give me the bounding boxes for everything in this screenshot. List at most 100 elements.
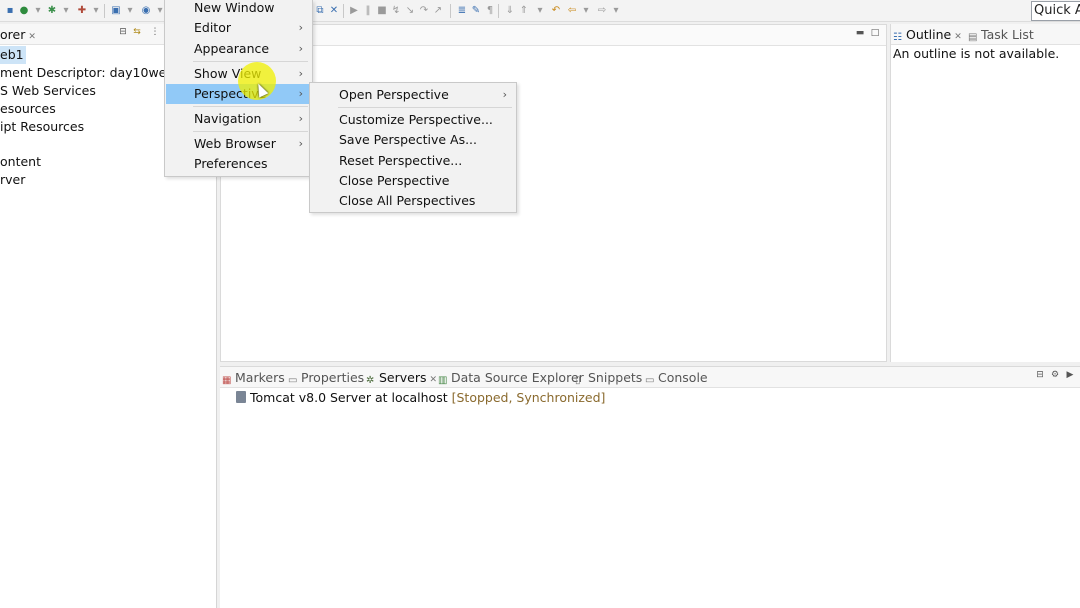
- tab-label: Markers: [235, 370, 285, 385]
- tree-item[interactable]: S Web Services: [0, 82, 96, 100]
- close-icon[interactable]: ✕: [28, 32, 36, 42]
- step-return-icon[interactable]: ↗: [432, 5, 444, 17]
- server-row[interactable]: Tomcat v8.0 Server at localhost [Stopped,…: [236, 389, 605, 407]
- show-whitespace-icon[interactable]: ¶: [484, 5, 496, 17]
- menu-item-save-perspective-as[interactable]: Save Perspective As...: [311, 130, 515, 150]
- menu-item-label: Web Browser: [194, 136, 276, 151]
- menu-item-label: Appearance: [194, 41, 270, 56]
- quick-access-input[interactable]: Quick Ac: [1031, 1, 1080, 21]
- menu-item-close-all-perspectives[interactable]: Close All Perspectives: [311, 191, 515, 211]
- step-over-icon[interactable]: ↷: [418, 5, 430, 17]
- tab-snippets[interactable]: ▯ Snippets: [575, 369, 642, 387]
- external-tools-icon[interactable]: ✚: [76, 5, 88, 17]
- terminate-icon[interactable]: ■: [376, 5, 388, 17]
- new-icon[interactable]: ▪: [4, 5, 16, 17]
- menu-separator: [193, 131, 308, 132]
- start-server-icon[interactable]: ▶: [1065, 370, 1075, 380]
- tab-outline[interactable]: ☷ Outline ✕: [893, 26, 962, 44]
- chevron-right-icon: ›: [298, 112, 303, 125]
- web-service-icon[interactable]: ◉: [140, 5, 152, 17]
- maximize-icon[interactable]: □: [870, 28, 880, 38]
- menu-item-reset-perspective[interactable]: Reset Perspective...: [311, 151, 515, 171]
- server-status: [Stopped, Synchronized]: [451, 390, 606, 405]
- task-list-icon: ▤: [968, 32, 978, 43]
- close-icon[interactable]: ✕: [954, 32, 962, 42]
- view-menu-icon[interactable]: ⋮: [150, 27, 160, 37]
- dropdown-arrow-icon[interactable]: ▾: [60, 5, 72, 17]
- toggle-block-icon[interactable]: ≣: [456, 5, 468, 17]
- close-icon[interactable]: ✕: [430, 375, 438, 385]
- tree-item[interactable]: rver: [0, 171, 25, 189]
- menu-item-close-perspective[interactable]: Close Perspective: [311, 171, 515, 191]
- resume-icon[interactable]: ▶: [348, 5, 360, 17]
- tab-servers[interactable]: ✲ Servers ✕: [366, 369, 437, 387]
- menu-item-web-browser[interactable]: Web Browser ›: [166, 134, 311, 154]
- dropdown-arrow-icon[interactable]: ▾: [580, 5, 592, 17]
- dropdown-arrow-icon[interactable]: ▾: [610, 5, 622, 17]
- step-into-icon[interactable]: ↘: [404, 5, 416, 17]
- previous-annotation-icon[interactable]: ⇑: [518, 5, 530, 17]
- back-icon[interactable]: ⇦: [566, 5, 578, 17]
- tree-item[interactable]: ipt Resources: [0, 118, 84, 136]
- toolbar-separator: [450, 4, 451, 18]
- last-edit-icon[interactable]: ↶: [550, 5, 562, 17]
- menu-item-customize-perspective[interactable]: Customize Perspective...: [311, 110, 515, 130]
- dropdown-arrow-icon[interactable]: ▾: [124, 5, 136, 17]
- chevron-right-icon: ›: [298, 21, 303, 34]
- server-icon: [236, 391, 246, 403]
- open-type-icon[interactable]: ▣: [110, 5, 122, 17]
- bottom-tabstrip: ▦ Markers ▭ Properties ✲ Servers ✕ ▥ Data Sou…: [220, 367, 1080, 388]
- tab-task-list[interactable]: ▤ Task List: [968, 26, 1034, 44]
- tab-label: Data Source Explorer: [451, 370, 584, 385]
- menu-item-label: Preferences: [194, 156, 268, 171]
- tree-item[interactable]: eb1: [0, 46, 26, 64]
- skip-breakpoints-icon[interactable]: ✕: [328, 5, 340, 17]
- forward-icon[interactable]: ⇨: [596, 5, 608, 17]
- menu-item-appearance[interactable]: Appearance ›: [166, 39, 311, 59]
- menu-item-label: Editor: [194, 20, 231, 35]
- tab-properties[interactable]: ▭ Properties: [288, 369, 364, 387]
- run-icon[interactable]: ●: [18, 5, 30, 17]
- chevron-right-icon: ›: [298, 137, 303, 150]
- outline-tabstrip: ☷ Outline ✕ ▤ Task List: [891, 24, 1080, 45]
- menu-item-new-window[interactable]: New Window: [166, 0, 311, 18]
- tree-item[interactable]: esources: [0, 100, 56, 118]
- minimize-icon[interactable]: ▬: [855, 28, 865, 38]
- menu-item-preferences[interactable]: Preferences: [166, 154, 311, 174]
- servers-icon: ✲: [366, 375, 375, 386]
- tab-project-explorer[interactable]: orer ✕: [0, 26, 36, 44]
- next-annotation-icon[interactable]: ⇓: [504, 5, 516, 17]
- editor-tabstrip: ▬ □: [221, 25, 886, 46]
- menu-item-label: Save Perspective As...: [339, 132, 478, 147]
- toolbar-separator: [104, 4, 105, 18]
- disconnect-icon[interactable]: ⧉: [314, 5, 326, 17]
- menu-item-navigation[interactable]: Navigation ›: [166, 109, 311, 129]
- tree-item[interactable]: ontent: [0, 153, 41, 171]
- disconnect-debug-icon[interactable]: ↯: [390, 5, 402, 17]
- dropdown-arrow-icon[interactable]: ▾: [32, 5, 44, 17]
- menu-item-editor[interactable]: Editor ›: [166, 18, 311, 38]
- collapse-all-icon[interactable]: ⊟: [118, 27, 128, 37]
- window-menu: New Window Editor › Appearance › Show View…: [164, 0, 313, 177]
- tree-item[interactable]: ment Descriptor: day10web1: [0, 64, 182, 82]
- collapse-all-icon[interactable]: ⊟: [1035, 370, 1045, 380]
- publish-icon[interactable]: ⚙: [1050, 370, 1060, 380]
- menu-item-open-perspective[interactable]: Open Perspective ›: [311, 85, 515, 105]
- tab-label: Properties: [301, 370, 365, 385]
- tab-markers[interactable]: ▦ Markers: [222, 369, 285, 387]
- menu-item-label: Navigation: [194, 111, 262, 126]
- chevron-right-icon: ›: [502, 88, 507, 101]
- dropdown-arrow-icon[interactable]: ▾: [90, 5, 102, 17]
- debug-icon[interactable]: ✱: [46, 5, 58, 17]
- tab-console[interactable]: ▭ Console: [645, 369, 708, 387]
- outline-icon: ☷: [893, 32, 902, 43]
- dropdown-arrow-icon[interactable]: ▾: [534, 5, 546, 17]
- perspective-submenu: Open Perspective › Customize Perspective.…: [309, 82, 517, 213]
- suspend-icon[interactable]: ‖: [362, 5, 374, 17]
- tab-label: Task List: [981, 27, 1034, 42]
- outline-panel: ☷ Outline ✕ ▤ Task List An outline is not a…: [890, 24, 1080, 362]
- mark-occurrences-icon[interactable]: ✎: [470, 5, 482, 17]
- chevron-right-icon: ›: [298, 42, 303, 55]
- link-with-editor-icon[interactable]: ⇆: [132, 27, 142, 37]
- tab-data-source-explorer[interactable]: ▥ Data Source Explorer: [438, 369, 584, 387]
